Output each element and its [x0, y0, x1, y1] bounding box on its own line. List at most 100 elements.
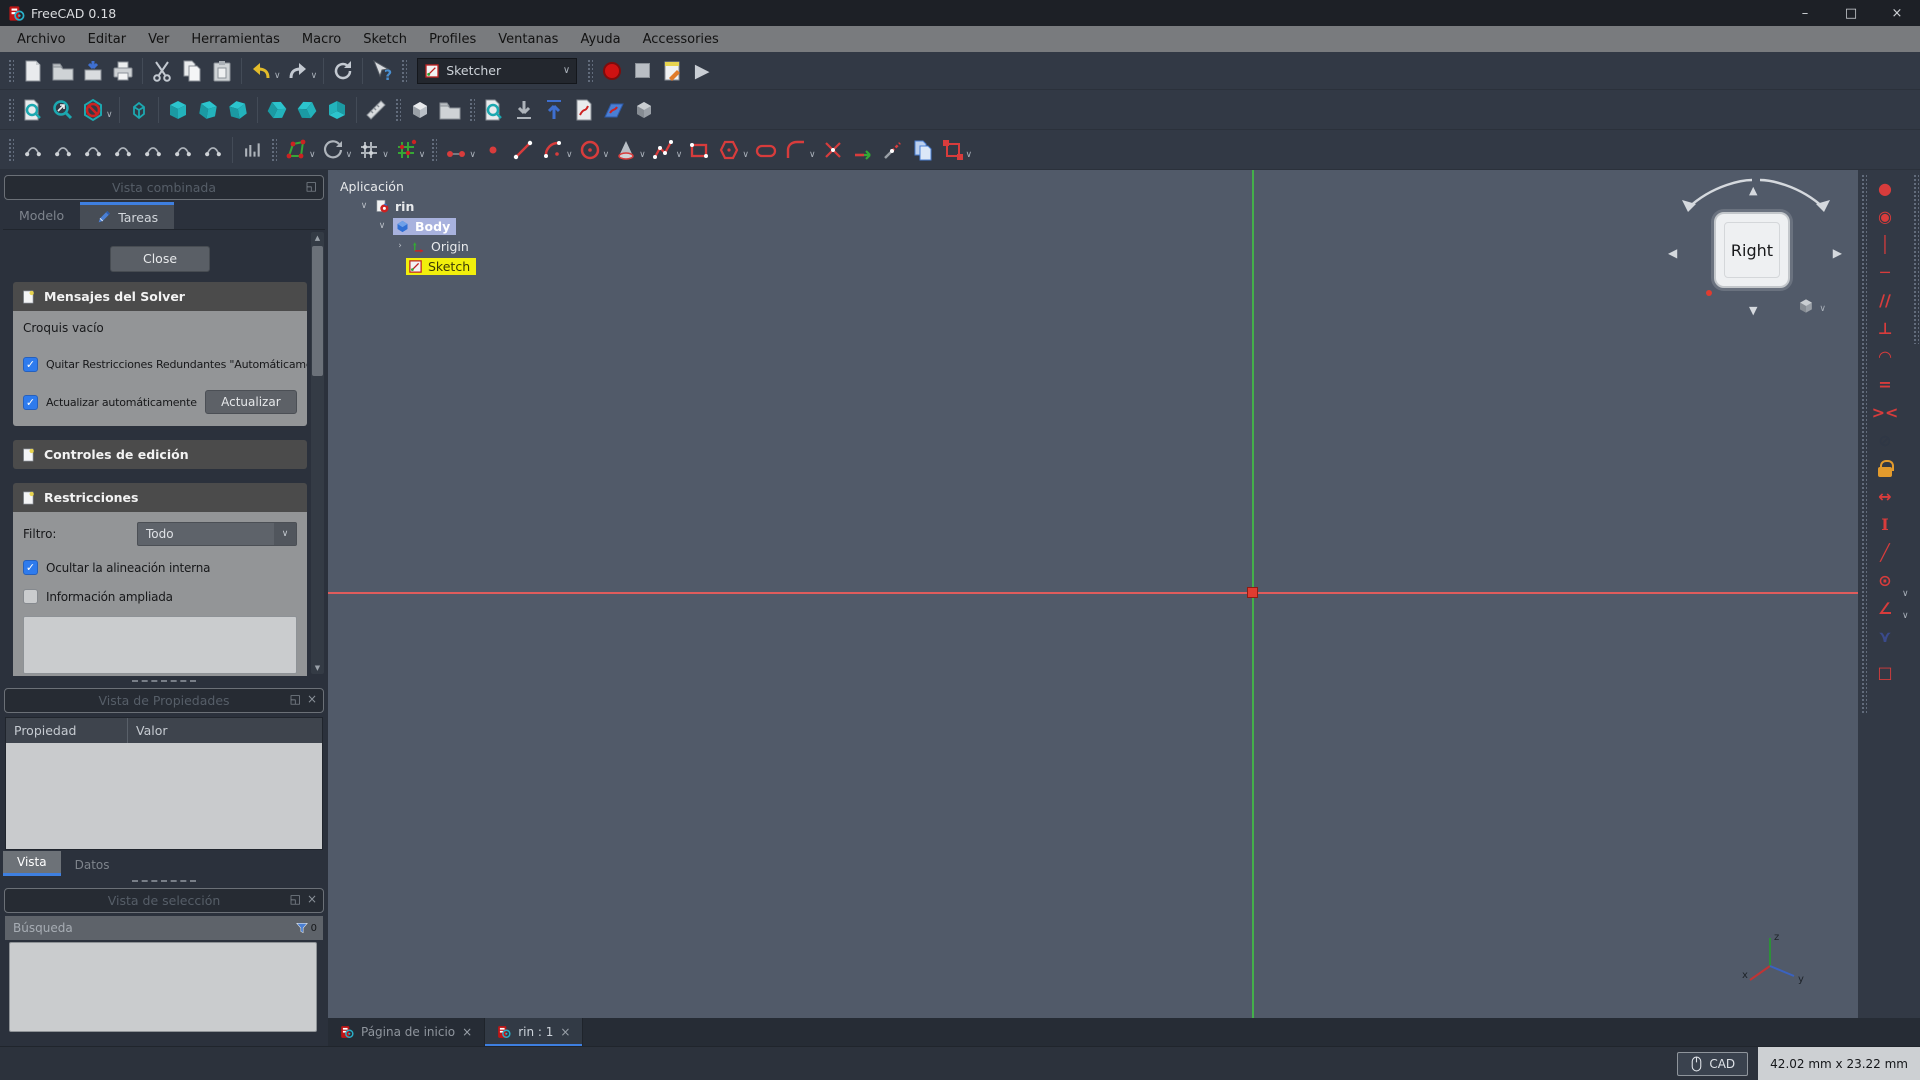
menu-ver[interactable]: Ver: [137, 28, 180, 51]
show-bspline-knot-multiplicity-button[interactable]: [108, 135, 138, 165]
create-rectangle-button[interactable]: [684, 135, 714, 165]
selection-list[interactable]: [9, 942, 317, 1032]
menu-herramientas[interactable]: Herramientas: [180, 28, 291, 51]
menu-profiles[interactable]: Profiles: [418, 28, 487, 51]
tree-item-document[interactable]: ∨ rin: [340, 196, 476, 216]
3d-viewport[interactable]: Aplicación ∨ rin ∨ Body: [328, 170, 1858, 1018]
column-propiedad[interactable]: Propiedad: [6, 718, 128, 743]
dock-splitter[interactable]: [3, 676, 325, 686]
property-view-float-icon[interactable]: ◱: [290, 692, 301, 706]
expander-icon[interactable]: ›: [394, 241, 406, 251]
close-shape-button[interactable]: [281, 135, 311, 165]
constrain-horizontal-button[interactable]: ─: [1871, 258, 1899, 286]
column-valor[interactable]: Valor: [128, 723, 168, 738]
scroll-down-arrow[interactable]: ▼: [311, 662, 324, 674]
extended-info-checkbox[interactable]: ✓: [23, 589, 38, 604]
toolbar-drag-handle[interactable]: [8, 98, 14, 122]
macro-play-button[interactable]: ▶: [687, 56, 717, 86]
solver-messages-header[interactable]: Mensajes del Solver: [13, 282, 307, 311]
create-arc-button[interactable]: [538, 135, 568, 165]
create-circle-button[interactable]: [575, 135, 605, 165]
extend-edge-button[interactable]: [848, 135, 878, 165]
select-constraints-button[interactable]: [354, 135, 384, 165]
dock-splitter[interactable]: [3, 876, 325, 886]
nav-cube-menu[interactable]: ∨: [1796, 296, 1826, 316]
property-view-close-icon[interactable]: ×: [307, 692, 317, 706]
copy-button[interactable]: [177, 56, 207, 86]
close-tab-icon[interactable]: ×: [462, 1025, 472, 1039]
selection-view-close-icon[interactable]: ×: [307, 892, 317, 906]
create-polygon-button[interactable]: [714, 135, 744, 165]
paste-button[interactable]: [207, 56, 237, 86]
view-front-button[interactable]: [163, 95, 193, 125]
view-bottom-button[interactable]: [292, 95, 322, 125]
toolbar-drag-handle[interactable]: [401, 59, 407, 83]
minimize-button[interactable]: –: [1782, 0, 1828, 26]
toggle-construction-geometry-button[interactable]: [938, 135, 968, 165]
refresh-button[interactable]: [328, 56, 358, 86]
constrain-point-on-object-button[interactable]: ◉: [1871, 202, 1899, 230]
remove-redundant-checkbox[interactable]: ✓: [23, 357, 38, 372]
tab-modelo[interactable]: Modelo: [3, 202, 80, 229]
print-button[interactable]: [108, 56, 138, 86]
expander-icon[interactable]: ∨: [376, 221, 388, 231]
scrollbar-thumb[interactable]: [312, 246, 323, 376]
tasks-scrollbar[interactable]: ▲ ▼: [311, 232, 324, 674]
constraints-header[interactable]: Restricciones: [13, 483, 307, 512]
rotate-left-arrow[interactable]: ◀: [1668, 246, 1677, 260]
toolbar-drag-handle[interactable]: [271, 138, 277, 162]
external-geometry-button[interactable]: [878, 135, 908, 165]
maximize-button[interactable]: □: [1828, 0, 1874, 26]
constrain-perpendicular-button[interactable]: ⊥: [1871, 314, 1899, 342]
fit-all-button[interactable]: [18, 95, 48, 125]
tree-item-body[interactable]: ∨ Body: [340, 216, 476, 236]
nav-cube-menu-caret[interactable]: ∨: [1819, 305, 1826, 313]
tilt-up-arrow[interactable]: ▲: [1749, 184, 1757, 197]
view-left-button[interactable]: [322, 95, 352, 125]
new-document-button[interactable]: [18, 56, 48, 86]
constrain-angle-button[interactable]: ∠: [1871, 594, 1899, 622]
constrain-distance-button[interactable]: ╱: [1871, 538, 1899, 566]
menu-sketch[interactable]: Sketch: [352, 28, 418, 51]
increase-bspline-degree-button[interactable]: [168, 135, 198, 165]
constrain-snell-law-button[interactable]: ⋎: [1871, 622, 1899, 650]
connect-edges-button[interactable]: [318, 135, 348, 165]
combined-view-titlebar[interactable]: Vista combinada ◱: [4, 175, 324, 200]
property-view-titlebar[interactable]: Vista de Propiedades ◱ ×: [4, 688, 324, 713]
tree-item-origin[interactable]: › Origin: [340, 236, 476, 256]
select-elements-button[interactable]: [391, 135, 421, 165]
close-task-button[interactable]: Close: [110, 246, 210, 272]
constrain-symmetric-button[interactable]: ><: [1871, 398, 1899, 426]
tree-item-sketch[interactable]: Sketch: [340, 256, 476, 276]
create-polyline-button[interactable]: [648, 135, 678, 165]
show-bspline-control-polygon-button[interactable]: [48, 135, 78, 165]
constrain-horizontal-distance-button[interactable]: ↔: [1871, 482, 1899, 510]
edit-sketch-button[interactable]: [599, 95, 629, 125]
toolbar-drag-handle[interactable]: [8, 59, 14, 83]
workbench-selector[interactable]: Sketcher ∨: [417, 58, 577, 84]
measure-distance-button[interactable]: [361, 95, 391, 125]
tree-document-label[interactable]: rin: [395, 199, 414, 214]
show-bspline-curvature-comb-button[interactable]: [78, 135, 108, 165]
toggle-virtual-space-button[interactable]: □: [1871, 658, 1899, 686]
navigation-style-button[interactable]: CAD: [1677, 1052, 1748, 1076]
create-line-button[interactable]: [508, 135, 538, 165]
redo-button[interactable]: [283, 56, 313, 86]
create-coincident-points-button[interactable]: [441, 135, 471, 165]
create-slot-button[interactable]: [751, 135, 781, 165]
toolbar-drag-handle[interactable]: [587, 59, 593, 83]
selection-view-float-icon[interactable]: ◱: [290, 892, 301, 906]
scroll-up-arrow[interactable]: ▲: [311, 232, 324, 244]
property-grid-body[interactable]: [6, 743, 322, 849]
draw-style-button[interactable]: [78, 95, 108, 125]
tab-datos[interactable]: Datos: [61, 854, 124, 876]
menu-archivo[interactable]: Archivo: [6, 28, 77, 51]
fit-selection-button[interactable]: [48, 95, 78, 125]
tilt-down-arrow[interactable]: ▼: [1749, 304, 1757, 317]
filter-select[interactable]: Todo ∨: [137, 522, 297, 546]
sketch-x-axis-line[interactable]: [328, 592, 1858, 594]
whats-this-button[interactable]: [367, 56, 397, 86]
create-conic-button[interactable]: [611, 135, 641, 165]
constrain-parallel-button[interactable]: ∕∕: [1871, 286, 1899, 314]
rotate-right-arrow[interactable]: ▶: [1833, 246, 1842, 260]
